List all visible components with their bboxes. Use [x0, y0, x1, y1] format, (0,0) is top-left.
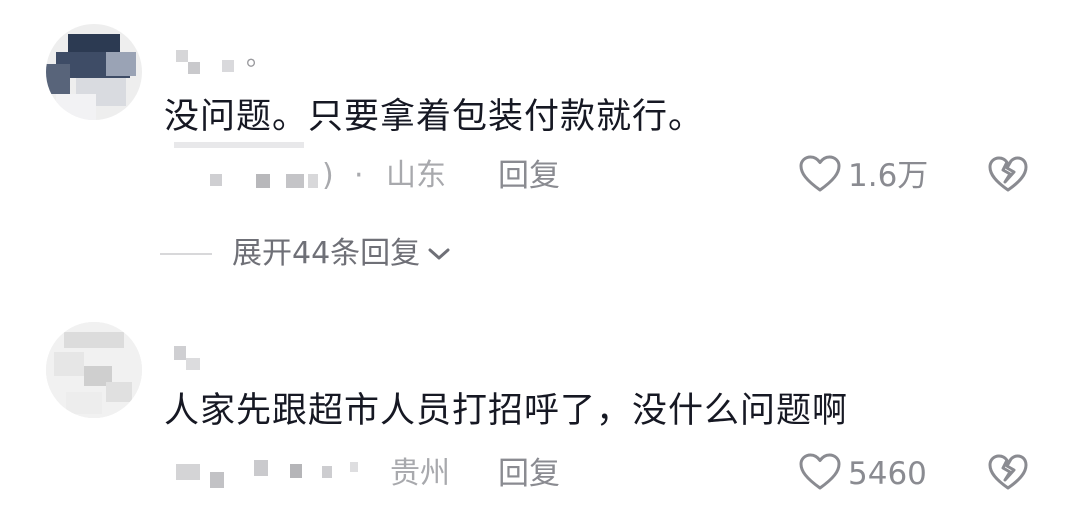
meta-separator: · — [354, 158, 364, 193]
comment-meta: ) · 山东 回复 1.6万 — [164, 142, 1044, 198]
username-suffix: 。 — [246, 42, 273, 72]
chevron-down-icon — [426, 245, 452, 263]
divider-line — [160, 253, 212, 255]
dislike-button[interactable] — [986, 452, 1030, 496]
expand-replies-button[interactable]: 展开44条回复 — [160, 232, 452, 276]
timestamp-blurred: ) — [164, 142, 384, 198]
username-blurred[interactable] — [164, 340, 284, 380]
timestamp-blurred — [164, 452, 384, 496]
avatar[interactable] — [46, 24, 142, 120]
like-count: 5460 — [848, 456, 927, 492]
avatar[interactable] — [46, 322, 142, 418]
heart-outline-icon — [798, 452, 842, 496]
heart-outline-icon — [798, 154, 842, 198]
broken-heart-icon — [987, 452, 1029, 496]
location-label: 贵州 — [390, 456, 450, 491]
reply-button[interactable]: 回复 — [498, 452, 560, 496]
broken-heart-icon — [987, 154, 1029, 198]
comment-meta: 贵州 回复 5460 — [164, 452, 1044, 496]
reply-button[interactable]: 回复 — [498, 154, 560, 198]
location-label: 山东 — [386, 158, 446, 193]
like-button[interactable]: 1.6万 — [798, 154, 928, 198]
username-blurred[interactable]: 。 — [164, 42, 284, 82]
like-count: 1.6万 — [848, 158, 929, 194]
comment-text: 没问题。只要拿着包装付款就行。 — [164, 97, 705, 137]
like-button[interactable]: 5460 — [798, 452, 927, 496]
dislike-button[interactable] — [986, 154, 1030, 198]
expand-replies-label: 展开44条回复 — [232, 236, 421, 271]
comment-text: 人家先跟超市人员打招呼了，没什么问题啊 — [164, 391, 849, 431]
